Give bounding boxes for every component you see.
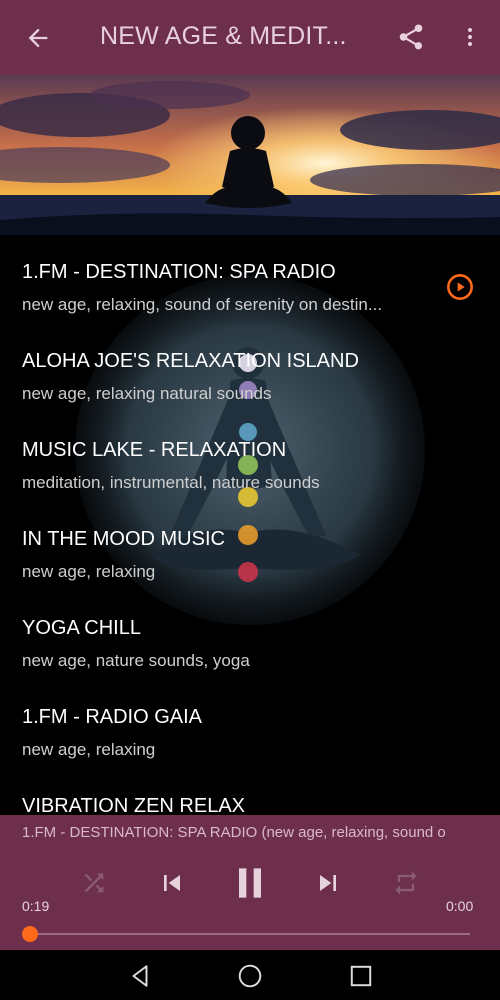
now-playing-text: 1.FM - DESTINATION: SPA RADIO (new age, … (22, 824, 446, 841)
station-name: 1.FM - RADIO GAIA (22, 706, 203, 728)
station-item[interactable]: IN THE MOOD MUSIC new age, relaxing (22, 527, 452, 583)
pause-icon[interactable] (228, 861, 272, 905)
station-name: MUSIC LAKE - RELAXATION (22, 439, 287, 461)
station-item[interactable]: YOGA CHILL new age, nature sounds, yoga (22, 616, 452, 672)
shuffle-icon[interactable] (80, 869, 108, 897)
skip-next-icon[interactable] (312, 867, 344, 899)
station-item[interactable]: VIBRATION ZEN RELAX (22, 794, 452, 815)
station-item[interactable]: 1.FM - DESTINATION: SPA RADIO new age, r… (22, 260, 452, 316)
nav-recents-icon[interactable] (348, 963, 374, 989)
nav-home-icon[interactable] (237, 963, 263, 989)
header-image (0, 75, 500, 235)
station-item[interactable]: 1.FM - RADIO GAIA new age, relaxing (22, 705, 452, 761)
now-playing-bar: 1.FM - DESTINATION: SPA RADIO (new age, … (0, 815, 500, 853)
share-button[interactable] (396, 22, 428, 54)
more-options-button[interactable] (458, 22, 482, 54)
system-nav-bar (0, 950, 500, 1000)
share-icon (399, 24, 423, 50)
seek-bar[interactable] (28, 933, 470, 935)
seek-thumb[interactable] (22, 926, 38, 942)
arrow-left-icon (28, 28, 48, 48)
app-bar: NEW AGE & MEDIT... (0, 0, 500, 75)
station-item[interactable]: MUSIC LAKE - RELAXATION meditation, inst… (22, 438, 452, 494)
player-controls: 0:19 0:00 (0, 853, 500, 950)
station-name: YOGA CHILL (22, 617, 141, 639)
back-button[interactable] (22, 22, 54, 54)
station-name: 1.FM - DESTINATION: SPA RADIO (22, 261, 336, 283)
station-tags: new age, relaxing natural sounds (22, 384, 272, 403)
elapsed-time: 0:19 (22, 898, 50, 914)
station-tags: new age, relaxing (22, 740, 156, 759)
station-name: ALOHA JOE'S RELAXATION ISLAND (22, 350, 359, 372)
page-title: NEW AGE & MEDIT... (100, 22, 347, 50)
station-tags: meditation, instrumental, nature sounds (22, 473, 320, 492)
repeat-icon[interactable] (392, 869, 420, 897)
station-tags: new age, nature sounds, yoga (22, 651, 250, 670)
station-item[interactable]: ALOHA JOE'S RELAXATION ISLAND new age, r… (22, 349, 452, 405)
skip-previous-icon[interactable] (156, 867, 188, 899)
duration-time: 0:00 (446, 898, 474, 914)
station-list: 1.FM - DESTINATION: SPA RADIO new age, r… (0, 235, 500, 815)
station-tags: new age, relaxing (22, 562, 156, 581)
station-name: VIBRATION ZEN RELAX (22, 795, 246, 815)
station-name: IN THE MOOD MUSIC (22, 528, 225, 550)
station-tags: new age, relaxing, sound of serenity on … (22, 295, 383, 314)
play-circle-icon[interactable] (446, 273, 474, 301)
more-vert-icon (468, 28, 472, 46)
nav-back-icon[interactable] (127, 963, 153, 989)
